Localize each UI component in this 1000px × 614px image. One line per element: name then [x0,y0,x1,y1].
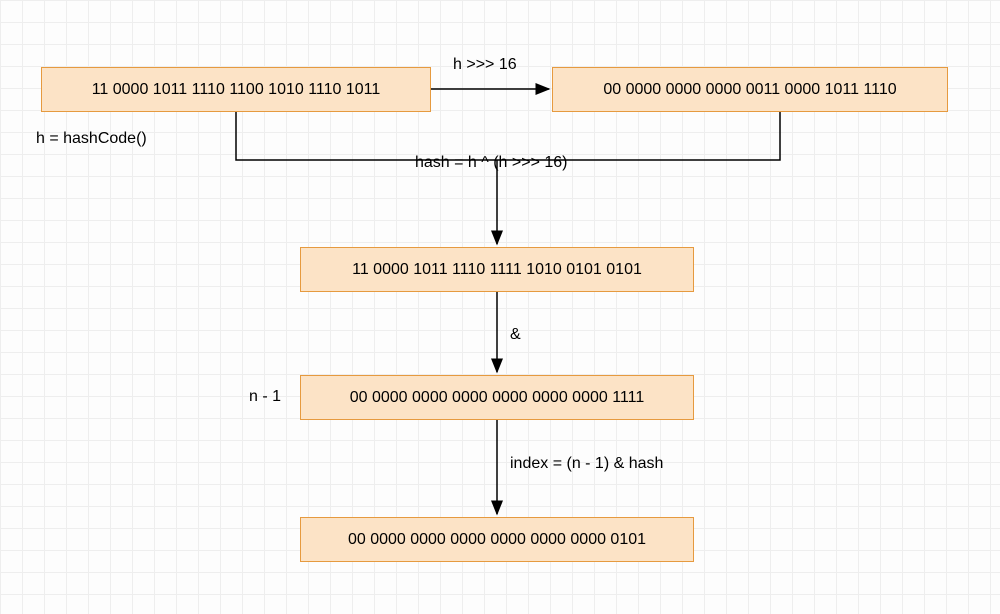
label-hash-xor: hash = h ^ (h >>> 16) [415,154,568,172]
box-hash-text: 11 0000 1011 1110 1111 1010 0101 0101 [352,261,642,279]
box-hashcode-text: 11 0000 1011 1110 1100 1010 1110 1011 [92,81,381,99]
label-index-formula: index = (n - 1) & hash [510,455,663,473]
label-h-hashcode: h = hashCode() [36,130,147,148]
box-hash: 11 0000 1011 1110 1111 1010 0101 0101 [300,247,694,292]
box-nminus1-text: 00 0000 0000 0000 0000 0000 0000 1111 [350,389,645,407]
box-shifted: 00 0000 0000 0000 0011 0000 1011 1110 [552,67,948,112]
box-index: 00 0000 0000 0000 0000 0000 0000 0101 [300,517,694,562]
box-shifted-text: 00 0000 0000 0000 0011 0000 1011 1110 [603,81,896,99]
box-index-text: 00 0000 0000 0000 0000 0000 0000 0101 [348,531,646,549]
box-nminus1: 00 0000 0000 0000 0000 0000 0000 1111 [300,375,694,420]
label-nminus1: n - 1 [249,388,281,406]
arrow-combine-to-hash [236,112,780,160]
label-ampersand: & [510,326,521,344]
label-h-shift: h >>> 16 [453,56,517,74]
box-hashcode: 11 0000 1011 1110 1100 1010 1110 1011 [41,67,431,112]
